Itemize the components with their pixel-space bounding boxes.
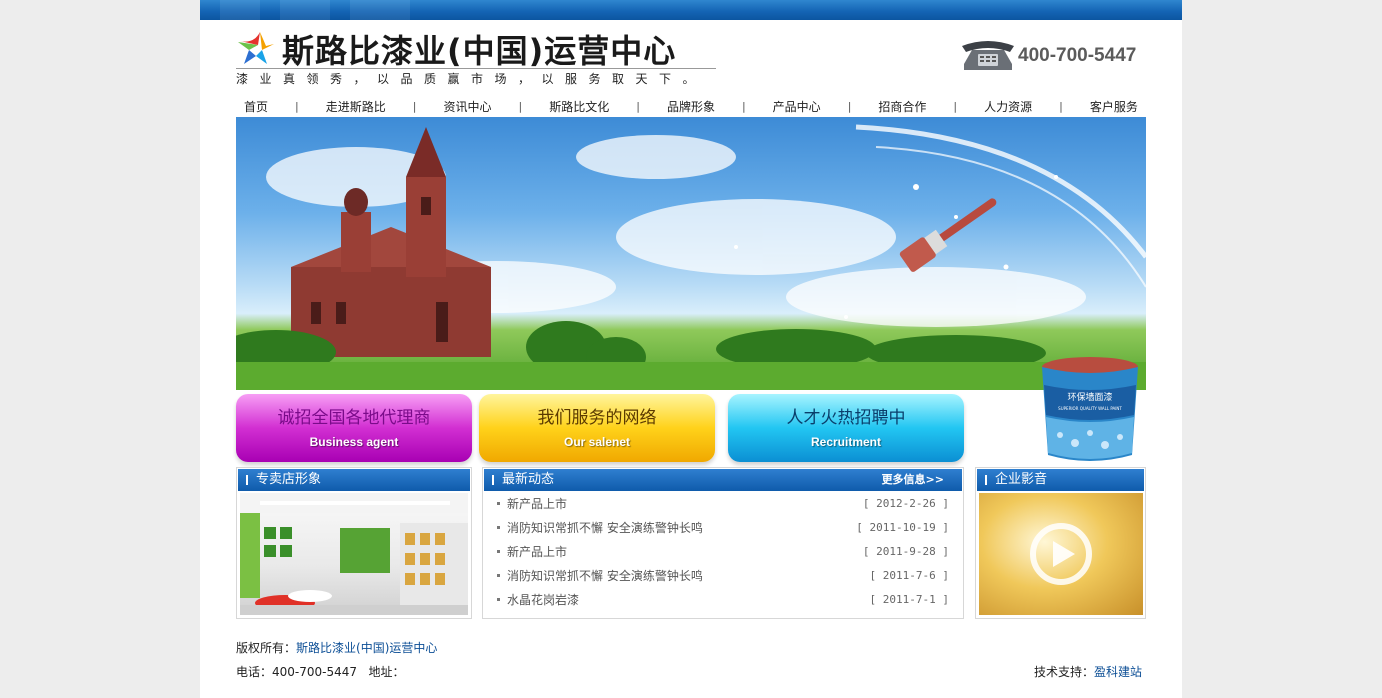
panel-title: 最新动态: [502, 472, 555, 487]
bullet-icon: [497, 598, 500, 601]
promo-recruitment[interactable]: 人才火热招聘中 Recruitment: [728, 394, 964, 462]
more-news-link[interactable]: 更多信息>>: [882, 469, 944, 491]
bullet-icon: [497, 526, 500, 529]
nav-separator: |: [295, 99, 299, 113]
list-item: 新产品上市 [ 2011-9-28 ]: [497, 544, 949, 568]
header-tick-icon: [985, 475, 987, 485]
copyright-link[interactable]: 斯路比漆业(中国)运营中心: [296, 641, 437, 655]
store-image-panel: 专卖店形象: [236, 467, 472, 619]
news-title-link[interactable]: 新产品上市: [507, 544, 567, 560]
nav-separator: |: [741, 99, 746, 113]
nav-item-service[interactable]: 客户服务: [1090, 98, 1138, 115]
nav-separator: |: [1059, 99, 1063, 113]
nav-separator: |: [953, 99, 958, 113]
news-date: [ 2011-10-19 ]: [856, 521, 949, 534]
bullet-icon: [497, 550, 500, 553]
nav-item-news[interactable]: 资讯中心: [443, 98, 491, 115]
video-player[interactable]: [979, 493, 1143, 615]
site-slogan: 漆业真领秀，以品质赢市场，以服务取天下。: [236, 68, 716, 87]
promo-title: 人才火热招聘中: [786, 408, 906, 428]
tech-support: 技术支持：盈科建站: [1034, 663, 1142, 680]
list-item: 消防知识常抓不懈 安全演练警钟长鸣 [ 2011-10-19 ]: [497, 520, 949, 544]
news-title-link[interactable]: 消防知识常抓不懈 安全演练警钟长鸣: [507, 520, 703, 536]
support-link[interactable]: 盈科建站: [1094, 665, 1142, 679]
bucket-label-en: SUPERIOR QUALITY WALL PAINT: [1058, 406, 1122, 411]
copyright-label: 版权所有：: [236, 641, 297, 655]
hotline-number: 400-700-5447: [1018, 45, 1137, 66]
nav-item-about[interactable]: 走进斯路比: [326, 98, 386, 115]
top-bar-tile: [220, 0, 260, 20]
promo-subtitle: Business agent: [309, 435, 399, 449]
play-icon[interactable]: [979, 493, 1143, 615]
nav-separator: |: [847, 99, 852, 113]
nav-item-investment[interactable]: 招商合作: [878, 98, 926, 115]
banner-illustration: [236, 124, 1146, 390]
promo-business-agent[interactable]: 诚招全国各地代理商 Business agent: [236, 394, 472, 462]
page-container: 斯路比漆业(中国)运营中心 漆业真领秀，以品质赢市场，以服务取天下。 400-7…: [200, 0, 1182, 698]
logo-star-icon[interactable]: [236, 28, 276, 68]
nav-item-culture[interactable]: 斯路比文化: [549, 98, 609, 115]
contact-line: 电话：400-700-5447 地址：: [236, 665, 405, 679]
video-panel: 企业影音: [975, 467, 1146, 619]
news-title-link[interactable]: 新产品上市: [507, 496, 567, 512]
nav-item-home[interactable]: 首页: [244, 98, 268, 115]
list-item: 新产品上市 [ 2012-2-26 ]: [497, 496, 949, 520]
store-illustration: [240, 493, 468, 615]
nav-separator: |: [636, 99, 640, 113]
news-panel: 最新动态 更多信息>> 新产品上市 [ 2012-2-26 ] 消防知识常抓不懈…: [482, 467, 964, 619]
main-nav: 首页 | 走进斯路比 | 资讯中心 | 斯路比文化 | 品牌形象 | 产品中心 …: [236, 96, 1146, 116]
promo-title: 诚招全国各地代理商: [277, 408, 431, 428]
header-tick-icon: [246, 475, 248, 485]
paintbrush-illustration: [899, 198, 997, 272]
promo-subtitle: Recruitment: [810, 435, 881, 449]
telephone-icon: [962, 41, 1014, 70]
news-date: [ 2011-7-1 ]: [869, 593, 949, 606]
nav-separator: |: [518, 99, 523, 113]
nav-item-brand[interactable]: 品牌形象: [667, 98, 715, 115]
header-tick-icon: [492, 475, 494, 485]
nav-item-products[interactable]: 产品中心: [773, 98, 821, 115]
bucket-label-cn: 环保墙面漆: [1067, 391, 1112, 403]
news-date: [ 2011-7-6 ]: [869, 569, 949, 582]
news-date: [ 2012-2-26 ]: [862, 497, 949, 510]
paint-bucket-image: 环保墙面漆 SUPERIOR QUALITY WALL PAINT: [1042, 357, 1138, 461]
hero-banner: [236, 117, 1146, 390]
top-bar: [200, 0, 1182, 20]
panel-header: 企业影音: [977, 469, 1144, 491]
bullet-icon: [497, 574, 500, 577]
top-bar-tile: [350, 0, 410, 20]
panel-title: 专卖店形象: [256, 472, 322, 487]
site-title[interactable]: 斯路比漆业(中国)运营中心: [282, 26, 676, 72]
promo-salenet[interactable]: 我们服务的网络 Our salenet: [479, 394, 715, 462]
news-date: [ 2011-9-28 ]: [862, 545, 949, 558]
nav-separator: |: [412, 99, 417, 113]
nav-item-hr[interactable]: 人力资源: [984, 98, 1032, 115]
news-title-link[interactable]: 消防知识常抓不懈 安全演练警钟长鸣: [507, 568, 703, 584]
bullet-icon: [497, 502, 500, 505]
panel-title: 企业影音: [995, 472, 1048, 487]
promo-subtitle: Our salenet: [563, 435, 631, 449]
list-item: 消防知识常抓不懈 安全演练警钟长鸣 [ 2011-7-6 ]: [497, 568, 949, 592]
promo-title: 我们服务的网络: [537, 408, 657, 428]
panel-header: 最新动态 更多信息>>: [484, 469, 962, 491]
copyright-line: 版权所有：斯路比漆业(中国)运营中心: [236, 639, 437, 656]
top-bar-tile: [280, 0, 330, 20]
list-item: 水晶花岗岩漆 [ 2011-7-1 ]: [497, 592, 949, 616]
store-photo[interactable]: [240, 493, 468, 615]
news-title-link[interactable]: 水晶花岗岩漆: [507, 592, 579, 608]
news-list: 新产品上市 [ 2012-2-26 ] 消防知识常抓不懈 安全演练警钟长鸣 [ …: [497, 496, 949, 616]
panel-header: 专卖店形象: [238, 469, 470, 491]
support-label: 技术支持：: [1033, 665, 1094, 679]
